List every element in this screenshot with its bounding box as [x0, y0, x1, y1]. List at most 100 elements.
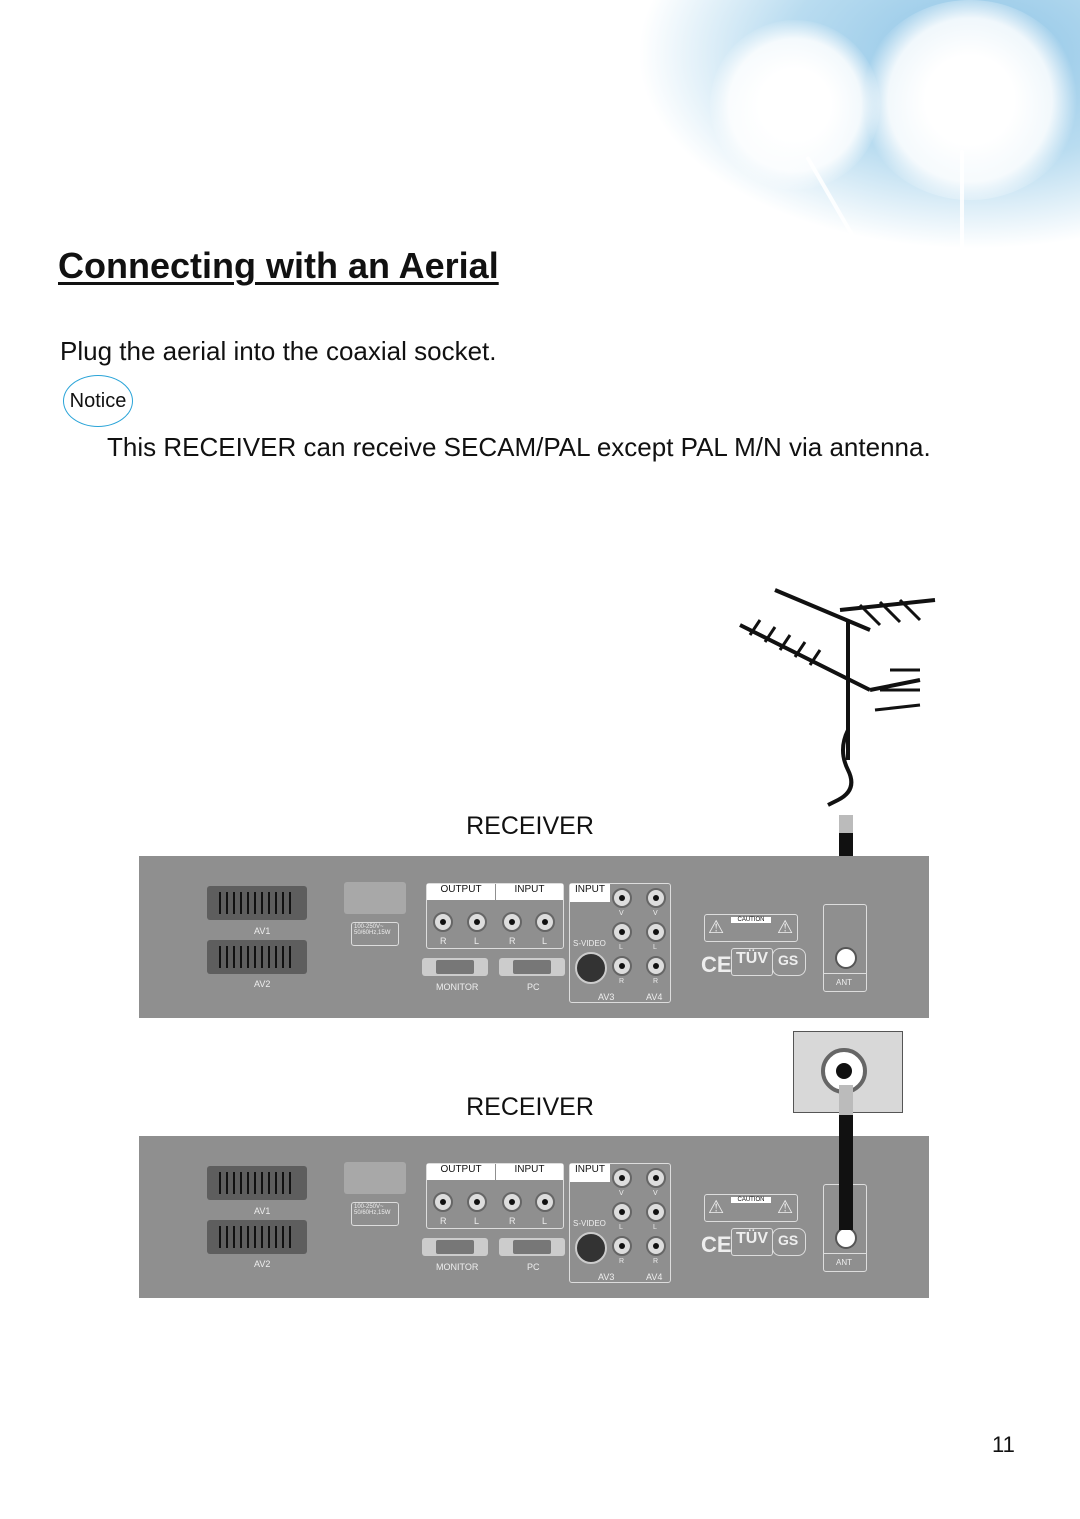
ce-mark: CE — [701, 952, 732, 977]
dandelion-image — [710, 20, 880, 190]
input-l-jack[interactable] — [535, 1192, 555, 1212]
gs-mark: GS — [772, 948, 806, 976]
av3-label: AV3 — [598, 992, 615, 1002]
ant-socket[interactable] — [835, 947, 857, 969]
caution-text: CAUTION — [731, 1197, 771, 1203]
l-label: L — [619, 1224, 623, 1231]
page-title: Connecting with an Aerial — [58, 245, 499, 286]
ant-label: ANT — [836, 1258, 852, 1267]
scart-av2-socket[interactable] — [207, 1220, 307, 1254]
output-r-jack[interactable] — [433, 1192, 453, 1212]
caution-label: ⚠ ⚠ CAUTION — [704, 1194, 798, 1222]
av3-l-jack[interactable] — [612, 1202, 632, 1222]
page-number: 11 — [992, 1432, 1015, 1457]
power-socket[interactable] — [344, 1162, 406, 1194]
input-l-jack[interactable] — [535, 912, 555, 932]
power-socket[interactable] — [344, 882, 406, 914]
antenna-icon — [739, 588, 936, 807]
av2-label: AV2 — [254, 979, 271, 989]
av4-l-jack[interactable] — [646, 922, 666, 942]
l-label: L — [619, 944, 623, 951]
output-label: OUTPUT — [440, 884, 482, 895]
output-l-jack[interactable] — [467, 912, 487, 932]
input2-label: INPUT — [575, 1164, 605, 1175]
pc-vga-port[interactable] — [499, 958, 565, 976]
l-label: L — [474, 1216, 480, 1226]
svideo-label: S-VIDEO — [573, 1219, 606, 1228]
audio-output-input-group: OUTPUT INPUT R L R L — [426, 883, 564, 949]
l-label: L — [653, 944, 657, 951]
caution-label: ⚠ ⚠ CAUTION — [704, 914, 798, 942]
receiver-rear-panel: AV1 AV2 100-250V~ 50/60Hz,15W OUTPUT INP… — [139, 856, 929, 1018]
v-label: V — [619, 1190, 624, 1197]
av3-v-jack[interactable] — [612, 1168, 632, 1188]
warning-triangle-icon: ⚠ — [777, 1197, 794, 1217]
svideo-port[interactable] — [575, 952, 607, 984]
l-label: L — [542, 1216, 548, 1226]
input2-header: INPUT — [570, 1164, 610, 1182]
av3-av4-input-group: INPUT S-VIDEO V V L L R R AV3 AV4 — [569, 1163, 671, 1283]
r-label: R — [653, 1258, 659, 1265]
av3-r-jack[interactable] — [612, 956, 632, 976]
r-label: R — [619, 978, 625, 985]
output-label: OUTPUT — [440, 1164, 482, 1175]
v-label: V — [653, 1190, 658, 1197]
gs-mark: GS — [772, 1228, 806, 1256]
svideo-port[interactable] — [575, 1232, 607, 1264]
av4-r-jack[interactable] — [646, 956, 666, 976]
pc-label: PC — [527, 982, 540, 992]
ant-socket[interactable] — [835, 1227, 857, 1249]
av4-r-jack[interactable] — [646, 1236, 666, 1256]
scart-av1-socket[interactable] — [207, 886, 307, 920]
output-header: OUTPUT — [427, 884, 495, 900]
notice-badge: Notice — [63, 375, 133, 427]
r-label: R — [440, 1216, 447, 1226]
receiver-rear-panel: AV1 AV2 100-250V~ 50/60Hz,15W OUTPUT INP… — [139, 1136, 929, 1298]
gs-text: GS — [778, 952, 799, 968]
r-label: R — [619, 1258, 625, 1265]
power-rating: 100-250V~ 50/60Hz,15W — [351, 922, 399, 946]
av3-v-jack[interactable] — [612, 888, 632, 908]
av4-l-jack[interactable] — [646, 1202, 666, 1222]
output-l-jack[interactable] — [467, 1192, 487, 1212]
input-r-jack[interactable] — [502, 912, 522, 932]
pc-vga-port[interactable] — [499, 1238, 565, 1256]
notice-label: Notice — [69, 389, 127, 412]
antenna-cable-closeup — [839, 1085, 853, 1230]
av3-r-jack[interactable] — [612, 1236, 632, 1256]
v-label: V — [619, 910, 624, 917]
warning-triangle-icon: ⚠ — [708, 917, 725, 937]
dandelion-sky-decoration — [380, 0, 1080, 270]
dandelion-image — [860, 0, 1080, 200]
l-label: L — [474, 936, 480, 946]
caution-text: CAUTION — [731, 917, 771, 923]
l-label: L — [542, 936, 548, 946]
monitor-label: MONITOR — [436, 1262, 479, 1272]
monitor-vga-port[interactable] — [422, 958, 488, 976]
av4-v-jack[interactable] — [646, 888, 666, 908]
monitor-vga-port[interactable] — [422, 1238, 488, 1256]
input-header: INPUT — [496, 1164, 563, 1180]
scart-av2-socket[interactable] — [207, 940, 307, 974]
output-r-jack[interactable] — [433, 912, 453, 932]
ant-label: ANT — [836, 978, 852, 987]
power-rating-text: 100-250V~ 50/60Hz,15W — [354, 924, 391, 936]
tuv-mark: TÜV — [731, 1228, 773, 1256]
warning-triangle-icon: ⚠ — [777, 917, 794, 937]
ce-mark: CE — [701, 1232, 732, 1257]
intro-text: Plug the aerial into the coaxial socket. — [60, 336, 497, 366]
l-label: L — [653, 1224, 657, 1231]
av3-l-jack[interactable] — [612, 922, 632, 942]
input-label: INPUT — [514, 884, 545, 895]
input2-header: INPUT — [570, 884, 610, 902]
manual-page: Connecting with an Aerial Plug the aeria… — [0, 0, 1080, 1519]
scart-av1-socket[interactable] — [207, 1166, 307, 1200]
av3-av4-input-group: INPUT S-VIDEO V V L L R R AV3 AV4 — [569, 883, 671, 1003]
input-r-jack[interactable] — [502, 1192, 522, 1212]
av4-v-jack[interactable] — [646, 1168, 666, 1188]
warning-triangle-icon: ⚠ — [708, 1197, 725, 1217]
av1-label: AV1 — [254, 1206, 271, 1216]
input-header: INPUT — [496, 884, 563, 900]
r-label: R — [653, 978, 659, 985]
av1-label: AV1 — [254, 926, 271, 936]
